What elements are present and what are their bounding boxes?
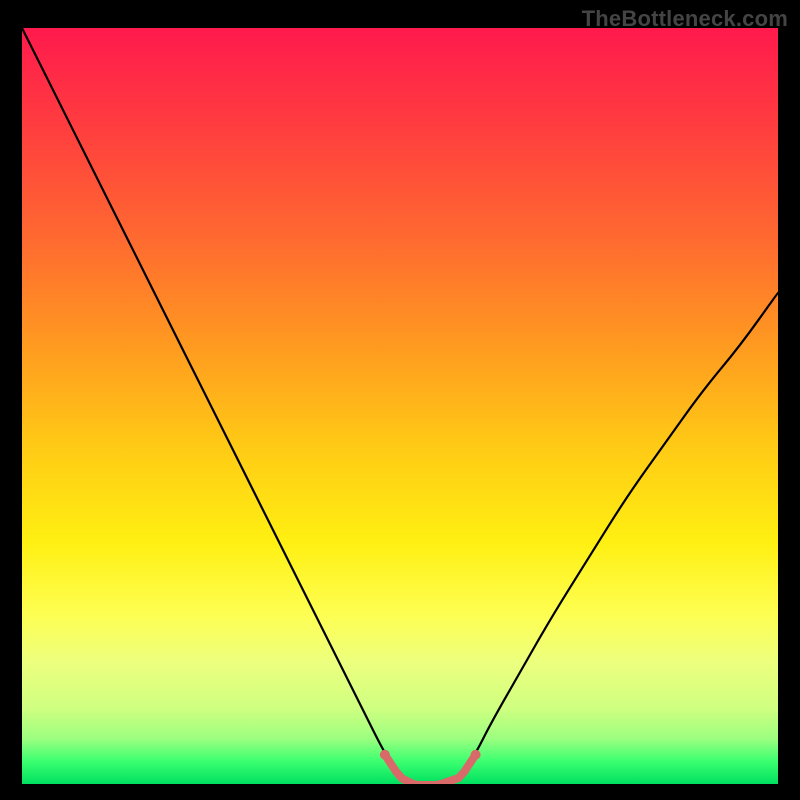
- optimal-start-dot: [380, 750, 390, 760]
- watermark-text: TheBottleneck.com: [582, 6, 788, 32]
- bottleneck-curve: [22, 28, 778, 784]
- baseline-band: [22, 775, 778, 784]
- optimal-end-dot: [471, 750, 481, 760]
- chart-area: [22, 28, 778, 784]
- curve-layer: [22, 28, 778, 784]
